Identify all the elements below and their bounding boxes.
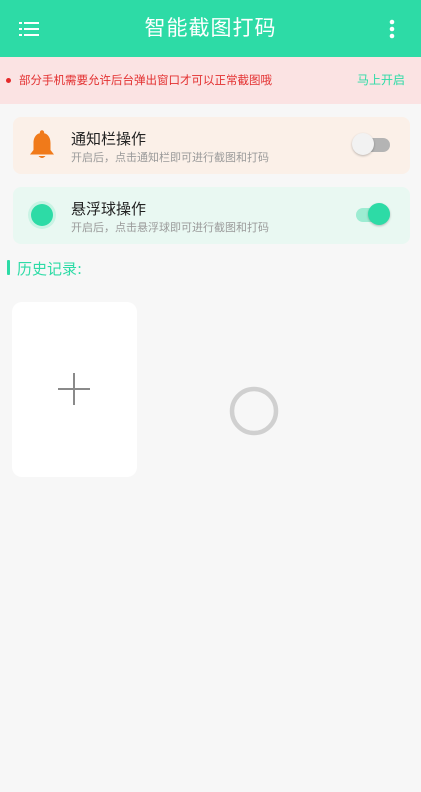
- notification-bar-toggle[interactable]: [352, 133, 390, 155]
- floating-ball-icon: [28, 201, 56, 229]
- card-title: 通知栏操作: [71, 130, 147, 148]
- notification-bar-card[interactable]: 通知栏操作 开启后，点击通知栏即可进行截图和打码: [13, 117, 410, 174]
- more-vertical-icon: [389, 19, 395, 39]
- plus-icon: [58, 373, 90, 405]
- history-label: 历史记录:: [17, 260, 83, 278]
- permission-notice: 部分手机需要允许后台弹出窗口才可以正常截图哦 马上开启: [0, 57, 421, 104]
- page-title: 智能截图打码: [144, 16, 277, 40]
- floating-ball-toggle[interactable]: [352, 203, 390, 225]
- notice-message: 部分手机需要允许后台弹出窗口才可以正常截图哦: [19, 73, 272, 87]
- card-title: 悬浮球操作: [71, 200, 147, 218]
- more-options-button[interactable]: [377, 14, 407, 44]
- toggle-knob: [352, 133, 374, 155]
- app-bar: 智能截图打码: [0, 0, 421, 57]
- enable-now-link[interactable]: 马上开启: [357, 57, 405, 104]
- card-subtitle: 开启后，点击通知栏即可进行截图和打码: [71, 151, 269, 164]
- loading-spinner-icon: [229, 386, 279, 436]
- bell-icon: [30, 130, 54, 158]
- add-screenshot-tile[interactable]: [12, 302, 137, 477]
- floating-ball-card[interactable]: 悬浮球操作 开启后，点击悬浮球即可进行截图和打码: [13, 187, 410, 244]
- toggle-knob: [368, 203, 390, 225]
- notice-dot-icon: [6, 78, 11, 83]
- section-accent-bar: [7, 260, 10, 275]
- card-subtitle: 开启后，点击悬浮球即可进行截图和打码: [71, 221, 269, 234]
